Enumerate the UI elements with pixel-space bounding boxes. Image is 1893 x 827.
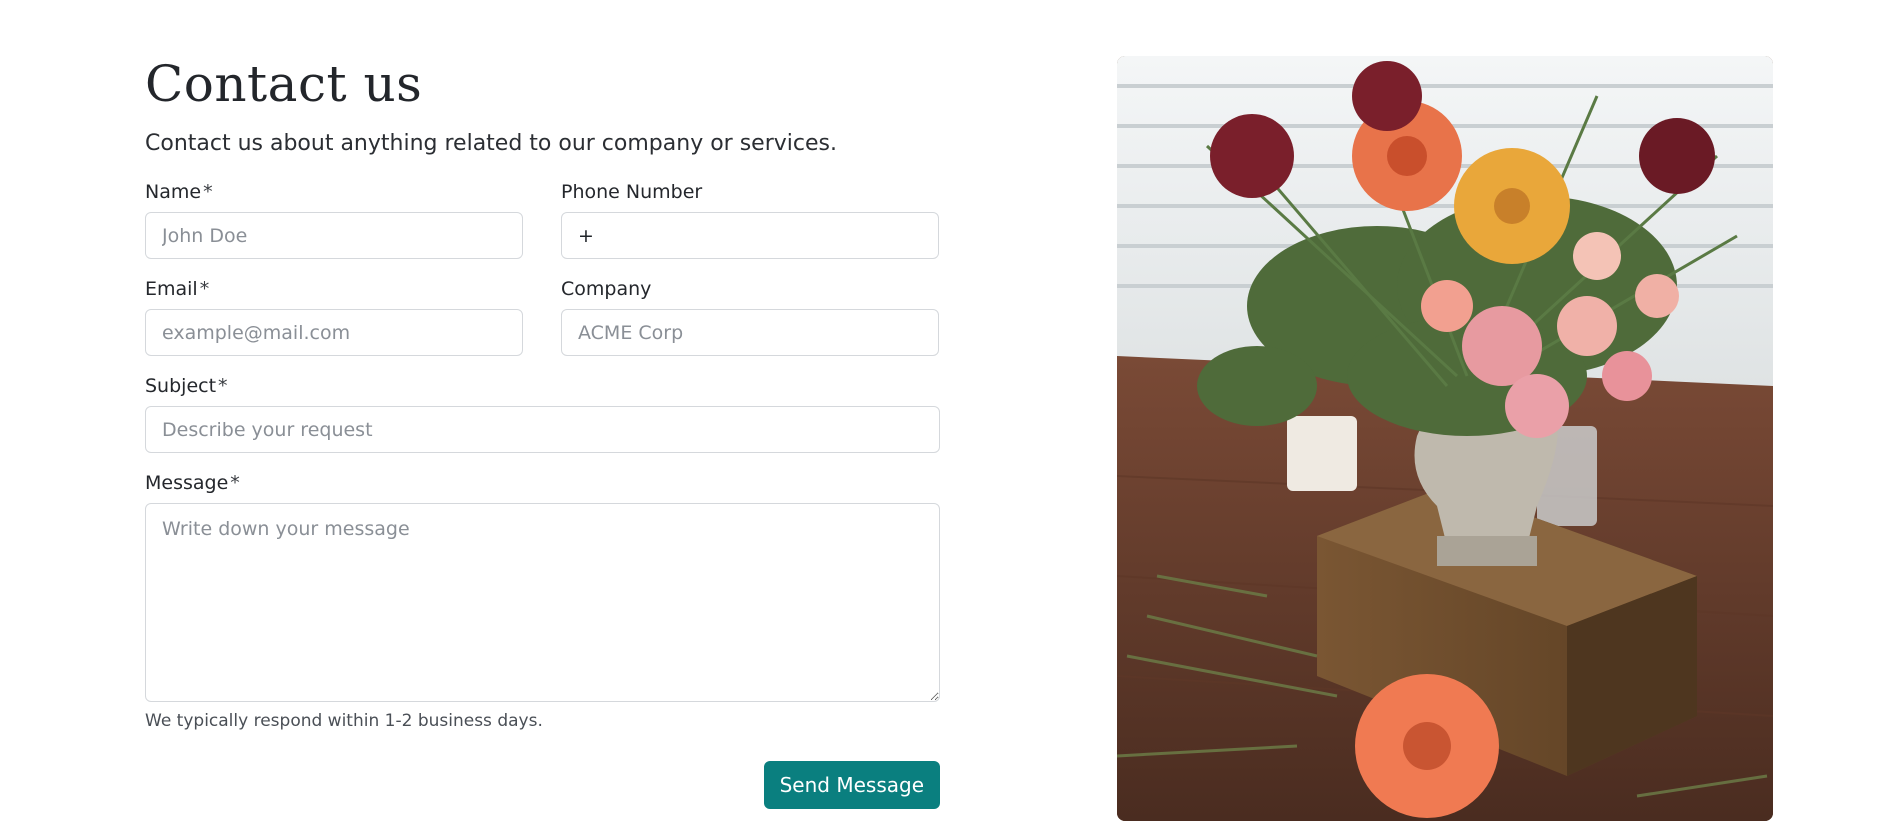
flower-photo-illustration (1117, 56, 1773, 821)
form-row-name-phone: Name* Phone Number (145, 180, 940, 259)
required-mark: * (203, 181, 213, 203)
email-label-text: Email (145, 278, 198, 300)
email-field-group: Email * (145, 277, 523, 356)
company-input[interactable] (561, 309, 939, 356)
email-label: Email * (145, 277, 523, 301)
required-mark: * (199, 278, 210, 300)
phone-label-text: Phone Number (561, 181, 703, 203)
response-time-hint: We typically respond within 1-2 business… (145, 711, 543, 731)
name-label-text: Name (145, 181, 202, 203)
subject-label: Subject * (145, 374, 940, 398)
required-mark: * (218, 375, 228, 397)
page-title: Contact us (145, 55, 423, 113)
subject-label-text: Subject (145, 375, 217, 397)
required-mark: * (230, 472, 240, 494)
phone-input[interactable] (561, 212, 939, 259)
phone-field-group: Phone Number (561, 180, 939, 259)
form-row-email-company: Email* Company (145, 277, 940, 356)
subject-input[interactable] (145, 406, 940, 453)
contact-page: Contact us Contact us about anything rel… (0, 0, 1893, 827)
flower-arrangement-image (1117, 56, 1773, 821)
send-message-button[interactable]: Send Message (763, 761, 940, 809)
name-input[interactable] (145, 212, 523, 259)
company-label-text: Company (561, 278, 652, 300)
phone-label: Phone Number (561, 180, 939, 204)
contact-form-section: Contact us Contact us about anything rel… (145, 48, 940, 809)
message-label-text: Message (145, 472, 229, 494)
message-field-group: Message * (145, 471, 940, 702)
contact-form: Name* Phone Number Email* (145, 180, 940, 809)
name-field-group: Name * (145, 180, 523, 259)
message-textarea[interactable] (145, 503, 940, 702)
name-label: Name * (145, 180, 523, 204)
page-subtitle: Contact us about anything related to our… (145, 131, 837, 156)
message-label: Message * (145, 471, 940, 495)
subject-field-group: Subject * (145, 374, 940, 453)
form-actions: Send Message (145, 761, 940, 809)
email-input[interactable] (145, 309, 523, 356)
company-label: Company (561, 277, 939, 301)
company-field-group: Company (561, 277, 939, 356)
